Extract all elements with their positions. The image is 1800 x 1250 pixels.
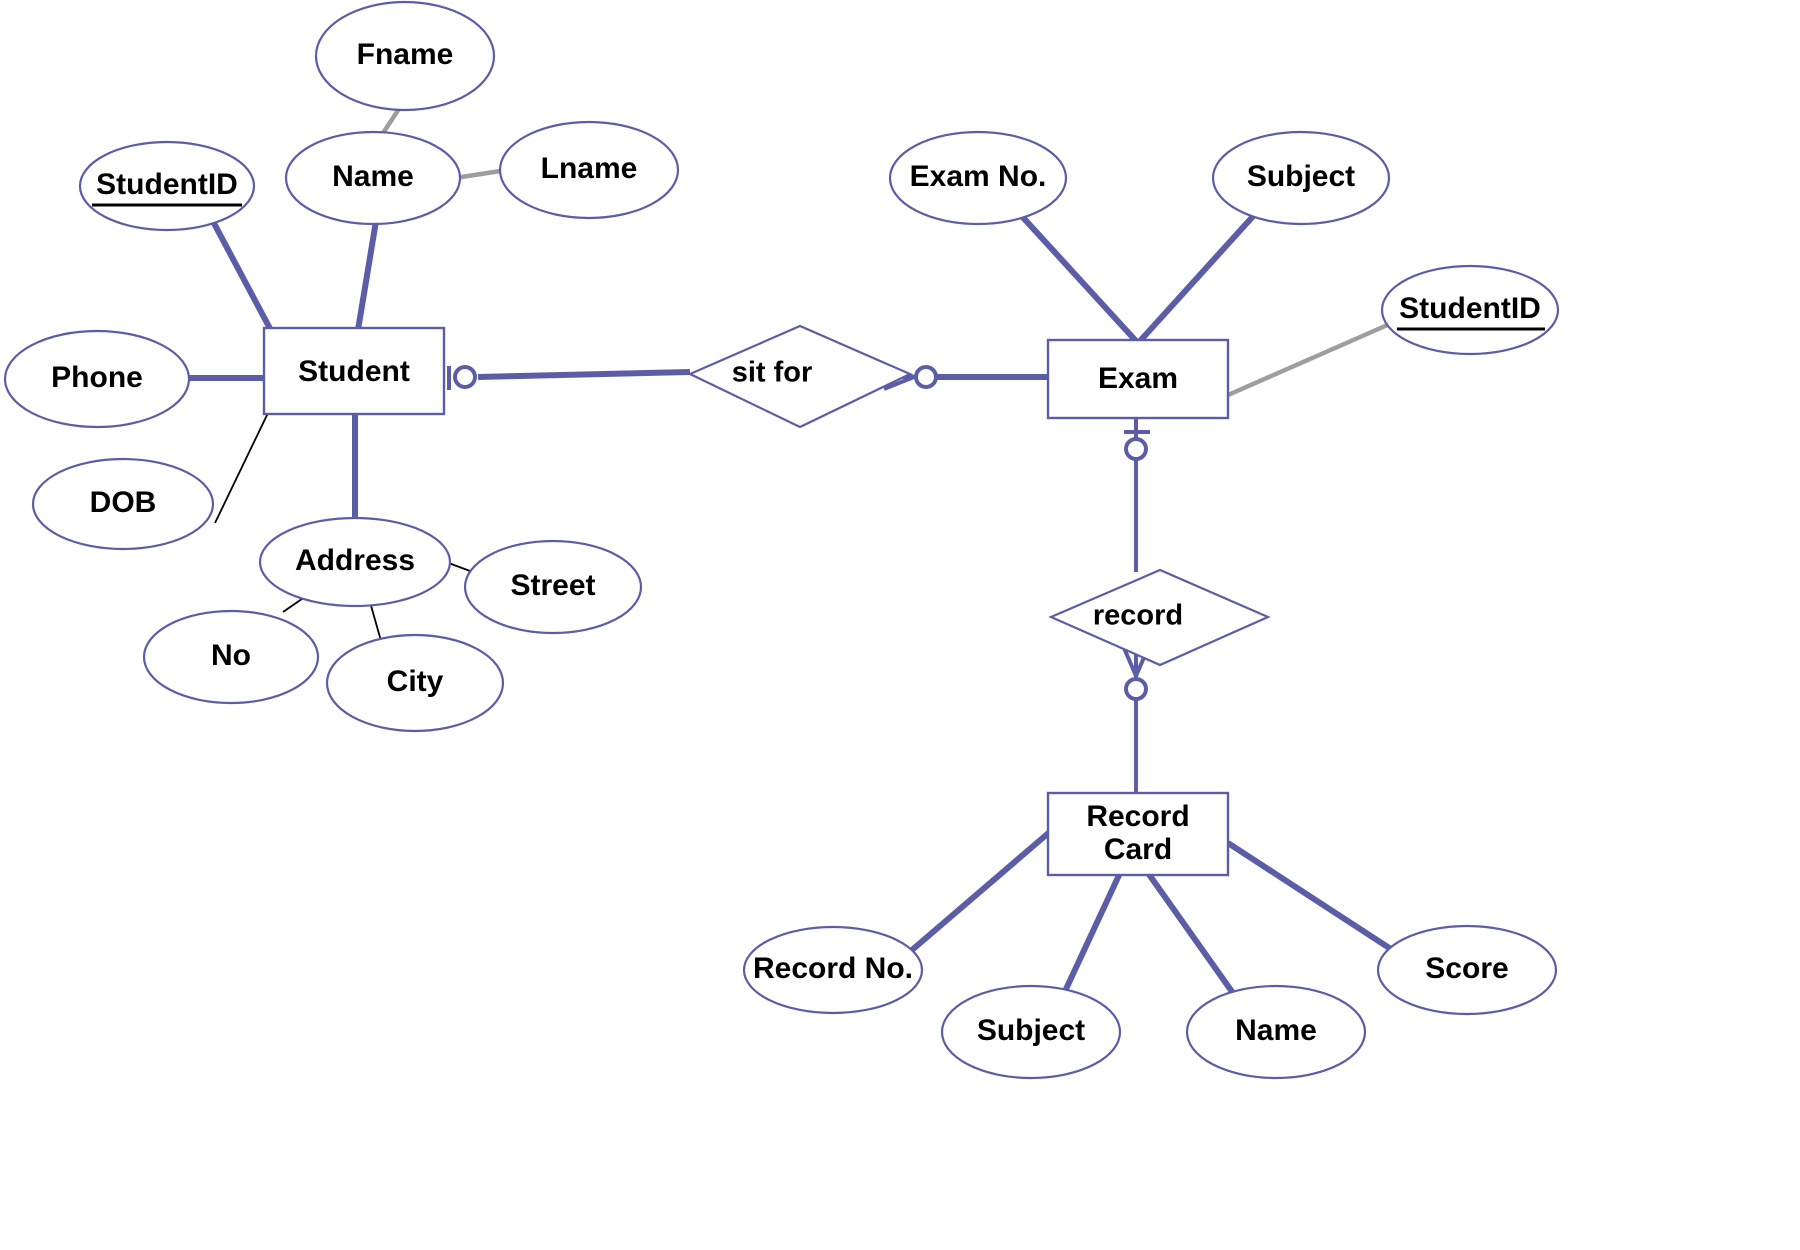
entity-record-card-label-line1: Record: [1086, 800, 1189, 833]
edge-name-student: [355, 214, 380, 331]
edge-recordcard-name: [1145, 871, 1243, 1005]
attribute-exam-subject-label: Subject: [1247, 160, 1355, 193]
relationship-record[interactable]: record: [1048, 568, 1271, 667]
attribute-student-address[interactable]: Address: [258, 516, 452, 608]
edge-subject-exam: [1137, 210, 1259, 344]
attribute-address-no[interactable]: No: [142, 609, 320, 705]
attribute-rc-name[interactable]: Name: [1185, 984, 1367, 1080]
attribute-rc-subject-label: Subject: [977, 1014, 1085, 1047]
er-diagram-canvas: Student Exam Record Card sit for record …: [0, 0, 1800, 1250]
entity-exam[interactable]: Exam: [1046, 338, 1230, 420]
edge-recordcard-score: [1226, 840, 1402, 958]
edge-examno-exam: [1015, 209, 1139, 344]
entity-record-card[interactable]: Record Card: [1046, 791, 1230, 877]
attribute-student-studentid-label: StudentID: [96, 168, 238, 201]
edge-exam-studentid: [1227, 320, 1393, 398]
attribute-student-address-label: Address: [295, 544, 415, 577]
edge-dob-student: [214, 412, 269, 524]
attribute-address-city[interactable]: City: [325, 633, 505, 733]
attribute-rc-subject[interactable]: Subject: [940, 984, 1122, 1080]
attribute-address-street[interactable]: Street: [463, 539, 643, 635]
entity-student-label: Student: [298, 355, 410, 388]
attribute-student-dob[interactable]: DOB: [31, 457, 215, 551]
attribute-student-fname[interactable]: Fname: [314, 0, 496, 112]
attribute-address-city-label: City: [387, 665, 444, 698]
edge-recordcard-recordno: [910, 827, 1054, 953]
attribute-student-studentid[interactable]: StudentID: [78, 140, 256, 232]
attribute-exam-studentid-label: StudentID: [1399, 292, 1541, 325]
attribute-rc-recordno-label: Record No.: [753, 952, 913, 985]
entity-student[interactable]: Student: [262, 326, 446, 416]
attribute-student-lname[interactable]: Lname: [498, 120, 680, 220]
relationship-record-label: record: [1093, 600, 1183, 632]
attribute-exam-examno[interactable]: Exam No.: [888, 130, 1068, 226]
er-diagram-svg: Student Exam Record Card sit for record …: [3, 0, 1560, 1080]
relationship-sit-for-label: sit for: [732, 357, 813, 389]
relationship-sit-for[interactable]: sit for: [687, 324, 913, 429]
attribute-student-name[interactable]: Name: [284, 130, 462, 226]
attribute-student-dob-label: DOB: [90, 486, 157, 519]
attribute-rc-score[interactable]: Score: [1376, 924, 1558, 1016]
entity-record-card-label-line2: Card: [1104, 833, 1172, 866]
attribute-student-name-label: Name: [332, 160, 414, 193]
attribute-exam-studentid[interactable]: StudentID: [1380, 264, 1560, 356]
attribute-exam-examno-label: Exam No.: [910, 160, 1047, 193]
attribute-student-phone-label: Phone: [51, 361, 143, 394]
attribute-rc-name-label: Name: [1235, 1014, 1317, 1047]
attribute-address-street-label: Street: [510, 569, 595, 602]
attribute-student-fname-label: Fname: [357, 38, 454, 71]
attribute-rc-score-label: Score: [1425, 952, 1508, 985]
attribute-student-phone[interactable]: Phone: [3, 329, 191, 429]
attribute-exam-subject[interactable]: Subject: [1211, 130, 1391, 226]
marker-student-sitfor: [447, 365, 477, 390]
attribute-rc-recordno[interactable]: Record No.: [742, 925, 924, 1015]
edge-student-sitfor: [477, 369, 691, 380]
entity-exam-label: Exam: [1098, 362, 1178, 395]
edge-recordcard-subject: [1057, 871, 1123, 1004]
attribute-student-lname-label: Lname: [541, 152, 638, 185]
attribute-address-no-label: No: [211, 639, 251, 672]
